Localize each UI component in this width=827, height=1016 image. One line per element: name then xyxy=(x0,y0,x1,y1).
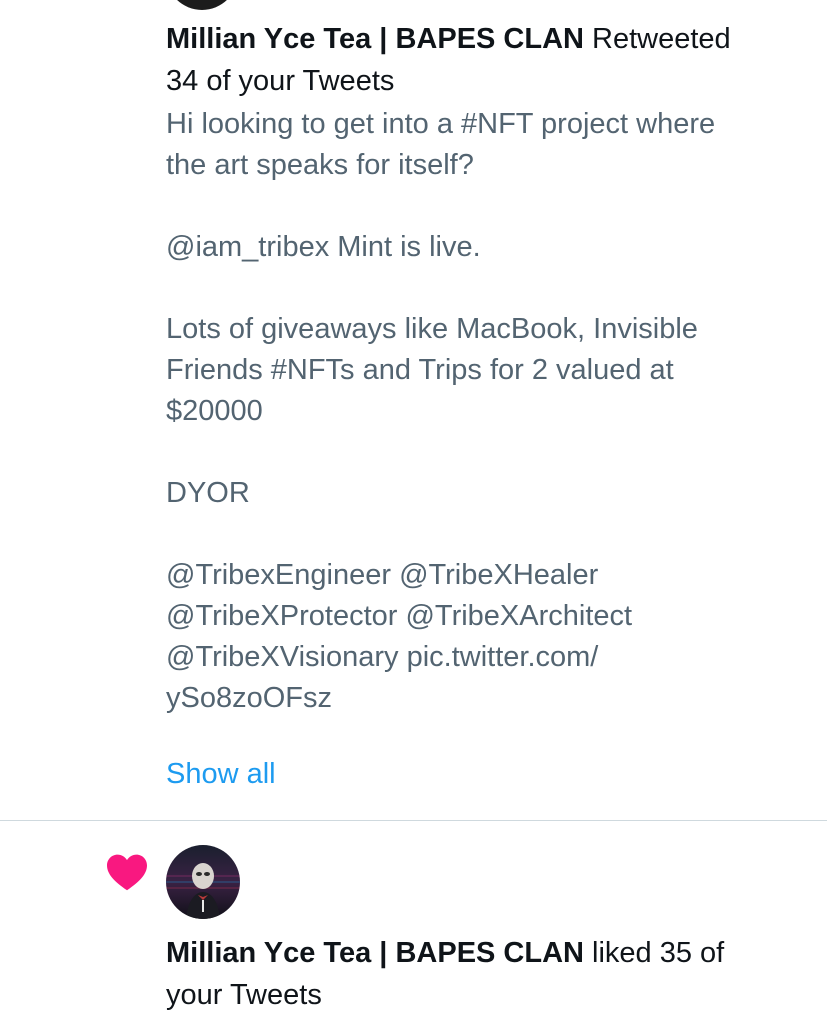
tweet-line xyxy=(166,186,806,227)
tweet-line xyxy=(166,268,806,309)
tweet-line: Hi looking to get into a #NFT project wh… xyxy=(166,108,716,140)
tweet-preview-text[interactable]: Hi looking to get into a #NFT project wh… xyxy=(166,104,806,719)
tweet-line: the art speaks for itself? xyxy=(166,149,474,181)
tweet-line: @TribeXVisionary pic.twitter.com/ xyxy=(166,641,599,673)
tweet-line: Friends #NFTs and Trips for 2 valued at xyxy=(166,354,674,386)
avatar-image xyxy=(166,845,240,919)
tweet-line: @TribexEngineer @TribeXHealer xyxy=(166,559,599,591)
tweet-line: @iam_tribex Mint is live. xyxy=(166,231,481,263)
user-name[interactable]: Millian Yce Tea | BAPES CLAN xyxy=(166,23,584,55)
tweet-line: DYOR xyxy=(166,477,250,509)
tweet-line: Lots of giveaways like MacBook, Invisibl… xyxy=(166,313,698,345)
tweet-line: ySo8zoOFsz xyxy=(166,682,332,714)
heart-icon xyxy=(107,854,147,891)
retweet-notification[interactable]: Millian Yce Tea | BAPES CLAN Retweeted 3… xyxy=(0,0,827,820)
show-all-link[interactable]: Show all xyxy=(166,754,276,795)
avatar[interactable] xyxy=(166,845,240,919)
tweet-line xyxy=(166,432,806,473)
retweet-headline: Millian Yce Tea | BAPES CLAN Retweeted 3… xyxy=(166,18,806,102)
tweet-line: $20000 xyxy=(166,395,263,427)
like-count-text: your Tweets xyxy=(166,979,322,1011)
retweet-action-text: Retweeted xyxy=(583,23,731,55)
tweet-line: @TribeXProtector @TribeXArchitect xyxy=(166,600,633,632)
retweet-count-text: 34 of your Tweets xyxy=(166,65,395,97)
user-name[interactable]: Millian Yce Tea | BAPES CLAN xyxy=(166,937,584,969)
like-headline: Millian Yce Tea | BAPES CLAN liked 35 of… xyxy=(166,932,806,1016)
tweet-line xyxy=(166,514,806,555)
like-action-text: liked 35 of xyxy=(583,937,725,969)
like-notification[interactable]: Millian Yce Tea | BAPES CLAN liked 35 of… xyxy=(0,821,827,1016)
